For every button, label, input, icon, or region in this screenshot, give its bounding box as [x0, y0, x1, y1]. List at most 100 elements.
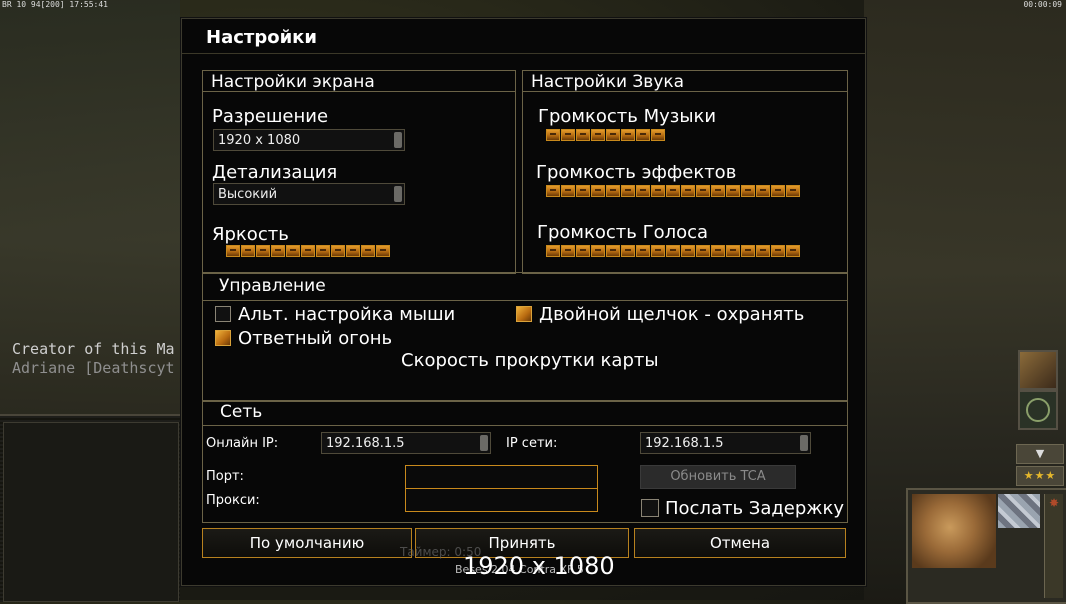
resolution-dropdown-icon[interactable] — [394, 132, 402, 148]
volume-segment[interactable] — [636, 245, 650, 257]
volume-segment[interactable] — [576, 185, 590, 197]
volume-segment[interactable] — [786, 185, 800, 197]
voice-volume-label: Громкость Голоса — [537, 222, 709, 243]
network-header: Сеть — [203, 401, 847, 426]
brightness-label: Яркость — [212, 224, 289, 245]
volume-segment[interactable] — [711, 245, 725, 257]
volume-segment[interactable] — [621, 245, 635, 257]
update-tca-button[interactable]: Обновить TCA — [640, 465, 796, 489]
volume-segment[interactable] — [606, 185, 620, 197]
volume-segment[interactable] — [361, 245, 375, 257]
scroll-down-icon[interactable]: ▼ — [1016, 444, 1064, 464]
volume-segment[interactable] — [726, 185, 740, 197]
detail-label: Детализация — [212, 162, 338, 183]
alt-mouse-label: Альт. настройка мыши — [238, 304, 456, 325]
volume-segment[interactable] — [786, 245, 800, 257]
radar-map[interactable] — [3, 422, 179, 602]
volume-segment[interactable] — [666, 245, 680, 257]
volume-segment[interactable] — [756, 245, 770, 257]
camo-slot[interactable] — [998, 494, 1040, 528]
volume-segment[interactable] — [681, 185, 695, 197]
volume-segment[interactable] — [271, 245, 285, 257]
detail-dropdown-icon[interactable] — [394, 186, 402, 202]
double-click-checkbox[interactable] — [516, 306, 532, 322]
brightness-slider[interactable] — [226, 245, 390, 257]
general-portrait-slot[interactable] — [1018, 350, 1058, 390]
volume-segment[interactable] — [591, 185, 605, 197]
volume-segment[interactable] — [226, 245, 240, 257]
lan-ip-value: 192.168.1.5 — [645, 436, 724, 451]
volume-segment[interactable] — [331, 245, 345, 257]
music-volume-label: Громкость Музыки — [538, 106, 717, 127]
defaults-button[interactable]: По умолчанию — [202, 528, 412, 558]
volume-segment[interactable] — [726, 245, 740, 257]
volume-segment[interactable] — [606, 245, 620, 257]
volume-segment[interactable] — [651, 245, 665, 257]
volume-segment[interactable] — [256, 245, 270, 257]
proxy-label: Прокси: — [206, 493, 260, 508]
volume-segment[interactable] — [576, 129, 590, 141]
online-ip-value: 192.168.1.5 — [326, 436, 405, 451]
volume-segment[interactable] — [561, 129, 575, 141]
volume-segment[interactable] — [636, 185, 650, 197]
volume-segment[interactable] — [756, 185, 770, 197]
voice-volume-slider[interactable] — [546, 245, 800, 257]
lan-ip-select[interactable]: 192.168.1.5 — [640, 432, 811, 454]
rank-stars-icon[interactable]: ★★★ — [1016, 466, 1064, 486]
double-click-label: Двойной щелчок - охранять — [539, 304, 805, 325]
dialog-title: Настройки — [206, 27, 318, 48]
radar-panel — [0, 414, 180, 602]
volume-segment[interactable] — [546, 185, 560, 197]
volume-segment[interactable] — [681, 245, 695, 257]
screen-settings-header: Настройки экрана — [203, 71, 515, 92]
port-input[interactable] — [405, 465, 598, 489]
volume-segment[interactable] — [636, 129, 650, 141]
volume-segment[interactable] — [561, 245, 575, 257]
volume-segment[interactable] — [346, 245, 360, 257]
volume-segment[interactable] — [591, 245, 605, 257]
radar-icon[interactable] — [1018, 390, 1058, 430]
title-divider — [182, 53, 865, 54]
effects-volume-slider[interactable] — [546, 185, 800, 197]
detail-select[interactable]: Высокий — [213, 183, 405, 205]
volume-segment[interactable] — [576, 245, 590, 257]
volume-segment[interactable] — [301, 245, 315, 257]
volume-segment[interactable] — [286, 245, 300, 257]
volume-segment[interactable] — [651, 185, 665, 197]
volume-segment[interactable] — [546, 245, 560, 257]
volume-segment[interactable] — [771, 245, 785, 257]
volume-segment[interactable] — [696, 245, 710, 257]
volume-segment[interactable] — [621, 129, 635, 141]
volume-segment[interactable] — [606, 129, 620, 141]
volume-segment[interactable] — [666, 185, 680, 197]
volume-segment[interactable] — [241, 245, 255, 257]
volume-segment[interactable] — [546, 129, 560, 141]
volume-segment[interactable] — [561, 185, 575, 197]
lan-ip-dropdown-icon[interactable] — [800, 435, 808, 451]
online-ip-dropdown-icon[interactable] — [480, 435, 488, 451]
send-delay-checkbox[interactable] — [641, 499, 659, 517]
volume-segment[interactable] — [376, 245, 390, 257]
resolution-select[interactable]: 1920 x 1080 — [213, 129, 405, 151]
volume-segment[interactable] — [741, 185, 755, 197]
volume-segment[interactable] — [591, 129, 605, 141]
volume-segment[interactable] — [651, 129, 665, 141]
proxy-input[interactable] — [405, 488, 598, 512]
unit-portrait-panel: ✸ — [906, 488, 1066, 604]
scroll-speed-label: Скорость прокрутки карты — [401, 350, 659, 371]
volume-segment[interactable] — [741, 245, 755, 257]
alt-mouse-checkbox[interactable] — [215, 306, 231, 322]
music-volume-slider[interactable] — [546, 129, 665, 141]
volume-segment[interactable] — [621, 185, 635, 197]
volume-segment[interactable] — [771, 185, 785, 197]
online-ip-select[interactable]: 192.168.1.5 — [321, 432, 491, 454]
unit-portrait — [912, 494, 996, 568]
volume-segment[interactable] — [711, 185, 725, 197]
volume-segment[interactable] — [316, 245, 330, 257]
cancel-button[interactable]: Отмена — [634, 528, 846, 558]
return-fire-checkbox[interactable] — [215, 330, 231, 346]
sound-settings-title: Настройки Звука — [531, 72, 685, 92]
volume-segment[interactable] — [696, 185, 710, 197]
settings-dialog: Настройки Настройки экрана Разрешение 19… — [181, 18, 866, 586]
resolution-overlay-text: 1920 x 1080 — [463, 552, 615, 580]
